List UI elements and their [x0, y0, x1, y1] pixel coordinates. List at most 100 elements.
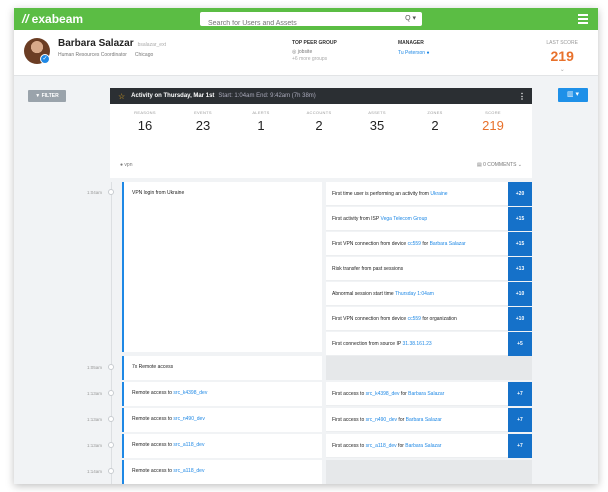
stat-score: SCORE 219	[464, 110, 522, 133]
reason-link[interactable]: Ukraine	[430, 191, 447, 197]
star-icon[interactable]: ☆	[118, 92, 125, 101]
risk-reason-row[interactable]: First connection from source IP 31.38.16…	[326, 332, 532, 356]
activity-stats: REASONS 16 EVENTS 23 ALERTS 1 ACCOUNTS 2…	[110, 104, 532, 133]
last-score-label: LAST SCORE	[546, 40, 578, 46]
user-link[interactable]: Barbara Salazar	[405, 443, 441, 449]
timeline-event[interactable]: Remote access to src_n490_dev	[122, 408, 322, 432]
stat-value: 23	[195, 118, 211, 133]
filter-button[interactable]: ▼ FILTER	[28, 90, 66, 102]
timeline-event[interactable]: Remote access to src_k4398_dev	[122, 382, 322, 406]
user-link[interactable]: Barbara Salazar	[408, 391, 444, 397]
reason-text: First access to src_k4398_dev for Barbar…	[332, 391, 445, 397]
empty-reason-row	[326, 356, 532, 380]
peer-group-value[interactable]: ◎ jobsite	[292, 49, 337, 55]
stat-value: 2	[315, 118, 323, 133]
risk-reason-row[interactable]: First VPN connection from device cc559 f…	[326, 307, 532, 331]
risk-points-badge: +10	[508, 282, 532, 306]
reason-link[interactable]: cc559	[408, 316, 421, 322]
reason-link[interactable]: src_k4398_dev	[366, 391, 400, 397]
risk-reason-row[interactable]: First activity from ISP Vega Telecom Gro…	[326, 207, 532, 231]
verified-badge-icon: ✓	[40, 54, 50, 64]
timeline-dot	[108, 416, 114, 422]
asset-link[interactable]: src_k4398_dev	[173, 390, 207, 396]
user-link[interactable]: Barbara Salazar	[406, 417, 442, 423]
search-input[interactable]	[200, 16, 390, 31]
timeline-dot	[108, 364, 114, 370]
timeline-dot	[108, 442, 114, 448]
risk-reason-row[interactable]: Abnormal session start time Thursday 1:0…	[326, 282, 532, 306]
timeline-dot	[108, 390, 114, 396]
timeline-event[interactable]: Remote access to src_a118_dev	[122, 460, 322, 484]
risk-reason-row[interactable]: Risk transfer from past sessions +13	[326, 257, 532, 281]
risk-points-badge: +15	[508, 207, 532, 231]
reason-text: Abnormal session start time Thursday 1:0…	[332, 291, 434, 297]
timeline-event[interactable]: 7x Remote access	[122, 356, 322, 380]
activity-title: Activity on Thursday, Mar 1st	[131, 93, 215, 99]
reason-text: First VPN connection from device cc559 f…	[332, 241, 466, 247]
reason-link[interactable]: Vega Telecom Group	[381, 216, 428, 222]
reason-text: First connection from source IP 31.38.16…	[332, 341, 432, 347]
user-title: Human Resources Coordinator	[58, 52, 127, 58]
reason-link[interactable]: cc559	[408, 241, 421, 247]
user-link[interactable]: Barbara Salazar	[430, 241, 466, 247]
event-text: Remote access to	[132, 468, 174, 474]
logo-text: exabeam	[31, 12, 84, 26]
risk-points-badge: +5	[508, 332, 532, 356]
stat-value: 1	[257, 118, 265, 133]
more-options-icon[interactable]: ⋮	[518, 92, 526, 101]
peer-group-more[interactable]: +6 more groups	[292, 56, 337, 62]
stat-events[interactable]: EVENTS 23	[174, 110, 232, 133]
stat-alerts[interactable]: ALERTS 1	[232, 110, 290, 133]
manager-link[interactable]: Tu Peterson ●	[398, 50, 429, 56]
timeline-event[interactable]: VPN login from Ukraine	[122, 182, 322, 352]
asset-link[interactable]: src_a118_dev	[173, 442, 204, 448]
event-text: Remote access to	[132, 390, 174, 396]
event-text: Remote access to	[132, 442, 174, 448]
risk-reason-row[interactable]: First VPN connection from device cc559 f…	[326, 232, 532, 256]
asset-link[interactable]: src_n490_dev	[173, 416, 204, 422]
asset-link[interactable]: src_a118_dev	[173, 468, 204, 474]
risk-points-badge: +7	[508, 434, 532, 458]
peer-group-label: TOP PEER GROUP	[292, 40, 337, 46]
stat-accounts[interactable]: ACCOUNTS 2	[290, 110, 348, 133]
vpn-tag[interactable]: ● vpn	[120, 162, 132, 168]
risk-points-badge: +20	[508, 182, 532, 206]
stat-value: 35	[369, 118, 385, 133]
reason-link[interactable]: Thursday 1:04am	[395, 291, 434, 297]
reason-link[interactable]: src_n490_dev	[366, 417, 397, 423]
chevron-down-icon[interactable]: ⌄	[546, 66, 578, 73]
stat-label: SCORE	[485, 110, 501, 115]
stat-value: 219	[482, 118, 504, 133]
stat-value: 2	[431, 118, 439, 133]
risk-points-badge: +10	[508, 307, 532, 331]
timeline-event[interactable]: Remote access to src_a118_dev	[122, 434, 322, 458]
stat-reasons[interactable]: REASONS 16	[116, 110, 174, 133]
risk-reason-row[interactable]: First time user is performing an activit…	[326, 182, 532, 206]
reason-link[interactable]: 31.38.161.23	[403, 341, 432, 347]
timeline-line	[111, 182, 112, 484]
manager-label: MANAGER	[398, 40, 424, 46]
top-navbar: // exabeam Q ▾	[14, 8, 598, 31]
stat-assets[interactable]: ASSETS 35	[348, 110, 406, 133]
comments-toggle[interactable]: ▤ 0 COMMENTS ⌄	[477, 162, 522, 168]
reason-text: First time user is performing an activit…	[332, 191, 448, 197]
stat-zones[interactable]: ZONES 2	[406, 110, 464, 133]
avatar: ✓	[24, 38, 50, 64]
search-icon[interactable]: Q ▾	[405, 14, 416, 22]
user-username: bsalazar_ext	[137, 42, 166, 48]
manager: MANAGER Tu Peterson ●	[398, 40, 429, 56]
chart-view-button[interactable]: ▥ ▾	[558, 88, 588, 102]
event-text: 7x Remote access	[132, 364, 174, 370]
app-window: // exabeam Q ▾ ✓ Barbara Salazar bsalazar…	[14, 8, 598, 484]
risk-reason-row[interactable]: First access to src_a118_dev for Barbara…	[326, 434, 532, 458]
reason-link[interactable]: src_a118_dev	[366, 443, 397, 449]
stat-label: ZONES	[427, 110, 443, 115]
risk-reason-row[interactable]: First access to src_n490_dev for Barbara…	[326, 408, 532, 432]
risk-reason-row[interactable]: First access to src_k4398_dev for Barbar…	[326, 382, 532, 406]
reason-text: First activity from ISP Vega Telecom Gro…	[332, 216, 428, 222]
stat-label: ACCOUNTS	[306, 110, 332, 115]
reason-text: First access to src_a118_dev for Barbara…	[332, 443, 442, 449]
hamburger-menu-icon[interactable]	[578, 14, 588, 26]
timeline-dot	[108, 468, 114, 474]
exabeam-logo[interactable]: // exabeam	[22, 12, 83, 26]
